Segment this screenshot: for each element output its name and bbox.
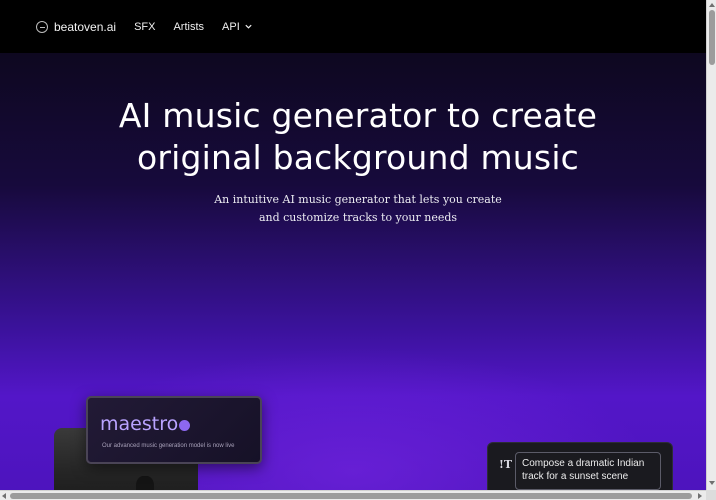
nav-link-label: API (222, 20, 240, 33)
logo-text: beatoven.ai (54, 19, 117, 34)
maestro-note: Our advanced music generation model is n… (102, 443, 235, 449)
scroll-up-arrow-icon[interactable] (709, 3, 715, 7)
scroll-down-arrow-icon[interactable] (709, 481, 715, 485)
logo[interactable]: beatoven.ai (36, 20, 116, 34)
scrollbar-corner (706, 490, 716, 500)
scroll-left-arrow-icon[interactable] (2, 493, 6, 499)
nav-link-api[interactable]: API (222, 21, 253, 33)
nav-link-label: SFX (134, 20, 156, 33)
maestro-title-text: maestro (100, 413, 179, 435)
beatoven-logo-icon (36, 20, 48, 33)
prompt-card: !T Compose a dramatic Indian track for a… (487, 442, 673, 493)
nav-link-label: Artists (173, 20, 205, 33)
chevron-down-icon (245, 24, 252, 29)
prompt-input[interactable]: Compose a dramatic Indian track for a su… (515, 452, 661, 490)
top-navbar: beatoven.ai SFX Artists API (0, 0, 706, 53)
maestro-title: maestro (100, 413, 191, 435)
maestro-dot-icon (179, 420, 191, 431)
hero-title: AI music generator to create original ba… (0, 95, 706, 179)
horizontal-scroll-thumb[interactable] (10, 493, 692, 499)
text-icon: !T (499, 458, 513, 471)
scroll-right-arrow-icon[interactable] (698, 493, 702, 499)
nav-link-sfx[interactable]: SFX (134, 21, 155, 33)
hero-title-line-2: original background music (136, 138, 580, 177)
nav-link-artists[interactable]: Artists (173, 21, 204, 33)
hero-subtitle: An intuitive AI music generator that let… (214, 193, 502, 224)
hero-title-line-1: AI music generator to create (118, 96, 598, 135)
maestro-announcement-card[interactable]: maestro Our advanced music generation mo… (86, 396, 262, 464)
vertical-scroll-thumb[interactable] (709, 10, 715, 65)
hero-section: AI music generator to create original ba… (0, 53, 706, 493)
vertical-scrollbar[interactable] (706, 0, 716, 490)
horizontal-scrollbar[interactable] (0, 490, 706, 500)
